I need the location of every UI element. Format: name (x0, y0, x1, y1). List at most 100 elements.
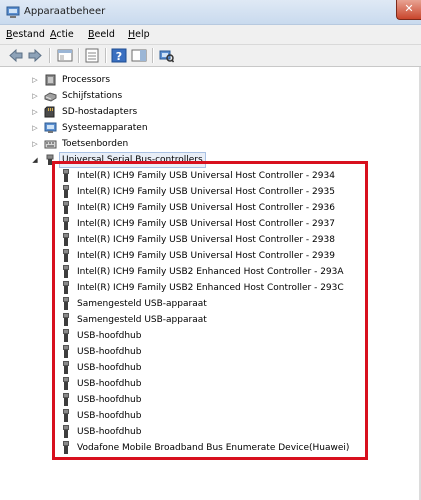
usb-device-icon (62, 361, 70, 375)
usb-device-item[interactable]: USB-hoofdhub (0, 424, 400, 440)
toolbar-separator (49, 48, 51, 63)
usb-device-label: Intel(R) ICH9 Family USB Universal Host … (77, 187, 335, 197)
usb-device-icon (62, 249, 70, 263)
usb-device-icon (62, 329, 70, 343)
usb-device-label: Vodafone Mobile Broadband Bus Enumerate … (77, 443, 350, 453)
usb-device-item[interactable]: Vodafone Mobile Broadband Bus Enumerate … (0, 440, 400, 456)
svg-text:?: ? (116, 50, 122, 63)
menu-label: elp (135, 29, 150, 40)
expand-arrow-icon[interactable]: ▷ (31, 120, 39, 136)
menu-help[interactable]: Help (128, 29, 150, 40)
tree-node-schijfstations[interactable]: ▷ Schijfstations (0, 88, 400, 104)
usb-device-item[interactable]: USB-hoofdhub (0, 408, 400, 424)
tree-node-processors[interactable]: ▷ Processors (0, 72, 400, 88)
keyboard-icon (44, 140, 57, 149)
expand-arrow-icon[interactable]: ▷ (31, 136, 39, 152)
action-pane-icon[interactable] (131, 48, 147, 63)
usb-device-label: USB-hoofdhub (77, 427, 142, 437)
toolbar-separator (105, 48, 107, 63)
usb-device-item[interactable]: USB-hoofdhub (0, 376, 400, 392)
menu-label: estand (12, 29, 45, 40)
tree-node-label: Schijfstations (62, 91, 123, 101)
expand-arrow-icon[interactable]: ▷ (31, 88, 39, 104)
usb-device-label: USB-hoofdhub (77, 379, 142, 389)
scan-hardware-icon[interactable] (158, 48, 174, 63)
usb-device-label: Intel(R) ICH9 Family USB Universal Host … (77, 251, 335, 261)
forward-arrow-icon[interactable] (27, 48, 43, 63)
tree-node-label: Toetsenborden (62, 139, 129, 149)
usb-device-item[interactable]: USB-hoofdhub (0, 344, 400, 360)
disk-drive-icon (44, 92, 57, 102)
help-icon[interactable]: ? (111, 48, 127, 63)
usb-device-label: Samengesteld USB-apparaat (77, 299, 207, 309)
usb-device-icon (62, 441, 70, 455)
tree-node-label: Processors (62, 75, 111, 85)
show-hide-tree-icon[interactable] (57, 48, 73, 63)
menu-bestand[interactable]: Bestand (6, 29, 45, 40)
usb-device-icon (62, 345, 70, 359)
usb-device-label: Intel(R) ICH9 Family USB Universal Host … (77, 203, 335, 213)
properties-icon[interactable] (84, 48, 100, 63)
menu-actie[interactable]: Actie (50, 29, 74, 40)
window-title: Apparaatbeheer (24, 6, 106, 17)
usb-device-item[interactable]: Samengesteld USB-apparaat (0, 296, 400, 312)
usb-device-label: Intel(R) ICH9 Family USB Universal Host … (77, 235, 335, 245)
expand-arrow-icon[interactable]: ▷ (31, 104, 39, 120)
expand-arrow-icon[interactable]: ▷ (31, 72, 39, 88)
tree-node-sd-hostadapters[interactable]: ▷ SD-hostadapters (0, 104, 400, 120)
system-devices-icon (44, 122, 57, 133)
usb-device-item[interactable]: USB-hoofdhub (0, 360, 400, 376)
usb-device-icon (62, 217, 70, 231)
usb-device-label: Intel(R) ICH9 Family USB2 Enhanced Host … (77, 283, 344, 293)
usb-device-icon (62, 169, 70, 183)
usb-device-item[interactable]: Intel(R) ICH9 Family USB Universal Host … (0, 200, 400, 216)
usb-device-label: Intel(R) ICH9 Family USB Universal Host … (77, 219, 335, 229)
usb-device-label: USB-hoofdhub (77, 411, 142, 421)
usb-device-item[interactable]: Intel(R) ICH9 Family USB2 Enhanced Host … (0, 264, 400, 280)
usb-device-item[interactable]: Intel(R) ICH9 Family USB Universal Host … (0, 216, 400, 232)
tree-node-usb-controllers[interactable]: ◢ Universal Serial Bus-controllers (0, 152, 400, 168)
usb-device-item[interactable]: USB-hoofdhub (0, 392, 400, 408)
usb-controller-icon (46, 154, 54, 165)
back-arrow-icon[interactable] (8, 48, 24, 63)
menu-beeld[interactable]: Beeld (88, 29, 115, 40)
usb-device-icon (62, 265, 70, 279)
processor-icon (45, 74, 56, 86)
usb-device-label: USB-hoofdhub (77, 331, 142, 341)
usb-device-icon (62, 201, 70, 215)
usb-device-icon (62, 313, 70, 327)
usb-device-item[interactable]: Intel(R) ICH9 Family USB Universal Host … (0, 184, 400, 200)
usb-device-label: USB-hoofdhub (77, 363, 142, 373)
collapse-arrow-icon[interactable]: ◢ (31, 152, 39, 168)
menu-label: ctie (56, 29, 74, 40)
usb-device-label: Samengesteld USB-apparaat (77, 315, 207, 325)
toolbar: ? (0, 45, 421, 67)
device-manager-icon (6, 6, 20, 18)
usb-device-label: USB-hoofdhub (77, 347, 142, 357)
tree-node-systeemapparaten[interactable]: ▷ Systeemapparaten (0, 120, 400, 136)
close-button[interactable]: ✕ (396, 0, 421, 20)
usb-device-icon (62, 377, 70, 391)
usb-device-item[interactable]: USB-hoofdhub (0, 328, 400, 344)
usb-device-icon (62, 185, 70, 199)
usb-device-item[interactable]: Intel(R) ICH9 Family USB Universal Host … (0, 248, 400, 264)
usb-device-item[interactable]: Samengesteld USB-apparaat (0, 312, 400, 328)
tree-node-label: Universal Serial Bus-controllers (59, 152, 206, 168)
sd-host-icon (44, 106, 55, 118)
usb-device-label: Intel(R) ICH9 Family USB Universal Host … (77, 171, 335, 181)
tree-node-toetsenborden[interactable]: ▷ Toetsenborden (0, 136, 400, 152)
menu-label: eeld (94, 29, 115, 40)
usb-device-icon (62, 281, 70, 295)
usb-device-item[interactable]: Intel(R) ICH9 Family USB2 Enhanced Host … (0, 280, 400, 296)
tree-node-label: Systeemapparaten (62, 123, 148, 133)
usb-device-icon (62, 393, 70, 407)
toolbar-separator (78, 48, 80, 63)
tree-node-label: SD-hostadapters (62, 107, 138, 117)
menu-bar: Bestand Actie Beeld Help (0, 25, 421, 45)
usb-device-icon (62, 425, 70, 439)
device-tree: ▷ Processors ▷ Schijfstations ▷ SD-hosta… (0, 68, 421, 500)
usb-device-icon (62, 409, 70, 423)
usb-device-item[interactable]: Intel(R) ICH9 Family USB Universal Host … (0, 232, 400, 248)
usb-device-label: Intel(R) ICH9 Family USB2 Enhanced Host … (77, 267, 344, 277)
usb-device-item[interactable]: Intel(R) ICH9 Family USB Universal Host … (0, 168, 400, 184)
